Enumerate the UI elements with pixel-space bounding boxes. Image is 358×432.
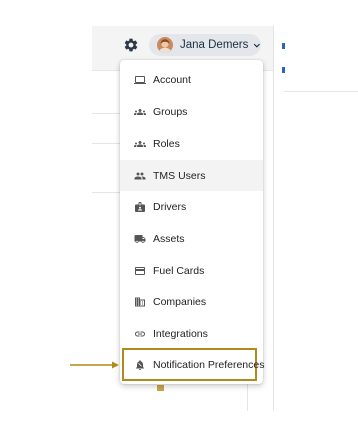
menu-item-fuel-cards[interactable]: Fuel Cards (120, 255, 263, 286)
menu-item-label: TMS Users (153, 169, 206, 182)
background-element (157, 385, 164, 391)
user-dropdown-menu: Account Groups Roles TMS Users Drivers A… (120, 60, 264, 384)
background-divider (92, 143, 120, 144)
background-divider (92, 113, 120, 114)
background-divider (247, 384, 248, 411)
menu-item-drivers[interactable]: Drivers (120, 191, 263, 222)
driver-badge-icon (134, 201, 146, 213)
menu-item-label: Fuel Cards (153, 264, 205, 277)
content-panel (284, 26, 358, 411)
menu-item-groups[interactable]: Groups (120, 96, 263, 127)
menu-item-notification-preferences[interactable]: Notification Preferences (122, 348, 264, 381)
menu-item-label: Groups (153, 105, 188, 118)
building-icon (134, 296, 146, 308)
menu-item-account[interactable]: Account (120, 64, 263, 95)
menu-item-integrations[interactable]: Integrations (120, 318, 263, 349)
chevron-down-icon (254, 43, 261, 48)
people-icon (134, 170, 146, 182)
background-divider (92, 192, 120, 193)
menu-item-label: Integrations (153, 327, 208, 340)
content-link-marker (282, 67, 285, 73)
background-divider (284, 91, 358, 92)
laptop-icon (134, 74, 146, 86)
roles-icon (134, 138, 146, 150)
content-link-marker (282, 43, 285, 49)
menu-item-label: Companies (153, 295, 207, 308)
credit-card-icon (134, 265, 146, 277)
menu-item-assets[interactable]: Assets (120, 223, 263, 254)
menu-item-roles[interactable]: Roles (120, 128, 263, 159)
menu-item-label: Account (153, 73, 191, 86)
link-icon (134, 328, 146, 340)
settings-button[interactable] (123, 37, 139, 53)
arrow-right-icon (70, 361, 119, 369)
menu-item-label: Roles (153, 137, 180, 150)
menu-item-companies[interactable]: Companies (120, 286, 263, 317)
menu-item-label: Drivers (153, 200, 187, 213)
user-menu-button[interactable]: Jana Demers (149, 34, 261, 56)
content-divider (273, 26, 284, 411)
user-name: Jana Demers (180, 39, 249, 51)
groups-icon (134, 106, 146, 118)
gear-icon (124, 38, 138, 52)
bell-settings-icon (134, 359, 146, 371)
truck-icon (134, 233, 146, 245)
avatar (157, 37, 173, 53)
menu-item-tms-users[interactable]: TMS Users (120, 160, 263, 191)
menu-item-label: Assets (153, 232, 185, 245)
menu-item-label: Notification Preferences (153, 358, 265, 371)
